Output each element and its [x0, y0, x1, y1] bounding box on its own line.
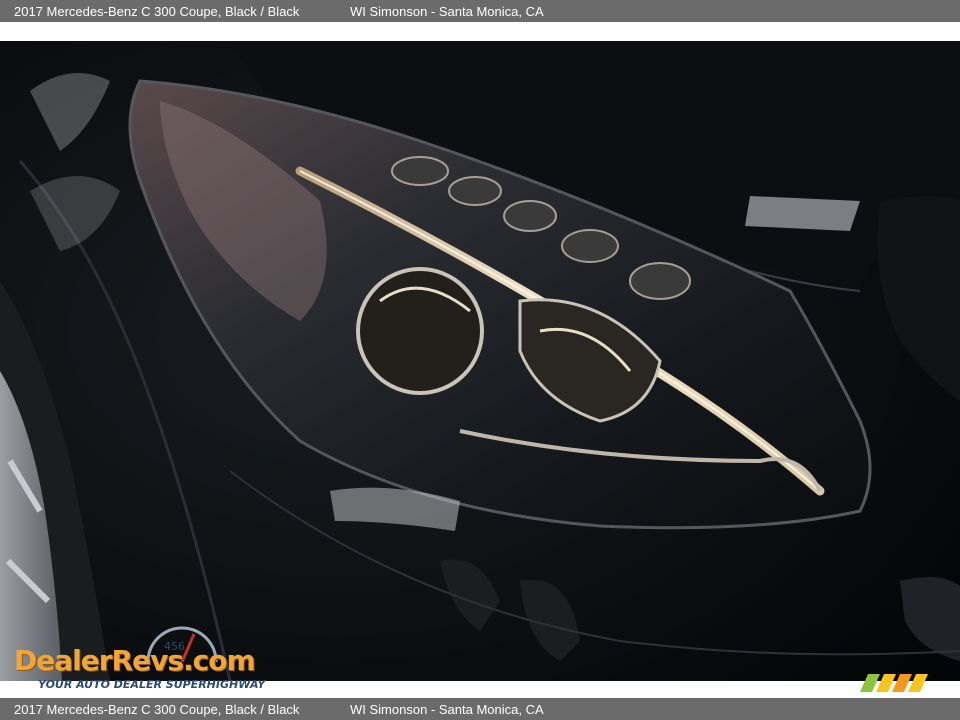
vehicle-title: 2017 Mercedes-Benz C 300 Coupe, Black / … [14, 701, 300, 717]
dealer-name: WI Simonson - Santa Monica, CA [350, 701, 544, 717]
vehicle-photo [0, 41, 960, 681]
headlight-photo-illustration [0, 41, 960, 681]
top-caption-bar: 2017 Mercedes-Benz C 300 Coupe, Black / … [0, 0, 960, 22]
dealer-name: WI Simonson - Santa Monica, CA [350, 3, 544, 19]
vehicle-title: 2017 Mercedes-Benz C 300 Coupe, Black / … [14, 3, 300, 19]
reflection [745, 196, 860, 231]
watermark-brand: DealerRevs.com [14, 644, 256, 677]
dealerrevs-watermark: 456 DealerRevs.com YOUR AUTO DEALER SUPE… [12, 624, 272, 694]
bottom-caption-bar: 2017 Mercedes-Benz C 300 Coupe, Black / … [0, 698, 960, 720]
stripes-logo-icon [860, 674, 928, 692]
watermark-tagline: YOUR AUTO DEALER SUPERHIGHWAY [38, 678, 266, 691]
